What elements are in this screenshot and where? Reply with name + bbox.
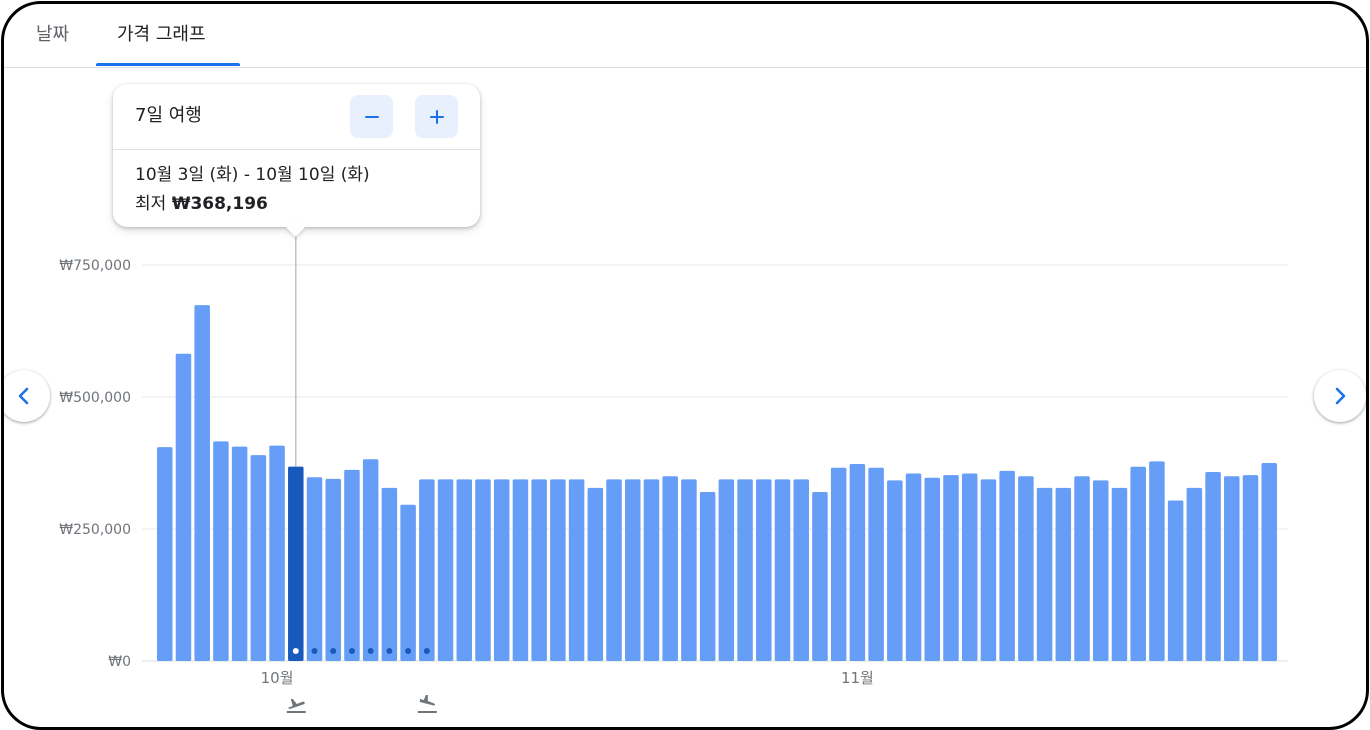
increase-trip-length-button[interactable] (415, 95, 458, 138)
price-bar[interactable] (1074, 476, 1090, 661)
price-bar[interactable] (793, 479, 809, 661)
price-bar[interactable] (512, 479, 529, 661)
price-bar[interactable] (344, 469, 360, 661)
price-bar[interactable] (157, 447, 173, 661)
chart-bars (157, 305, 1277, 661)
price-bar[interactable] (437, 479, 454, 661)
tooltip-divider (113, 149, 480, 150)
price-bar[interactable] (830, 467, 847, 661)
flight-land-icon (417, 695, 437, 713)
trip-range-dot (367, 648, 374, 654)
x-month-label: 10월 (261, 669, 294, 687)
price-bar[interactable] (1149, 461, 1165, 661)
plus-icon (429, 109, 444, 124)
trip-range-dot (423, 648, 430, 654)
price-bar[interactable] (625, 479, 641, 661)
price-bar[interactable] (1224, 476, 1240, 661)
flight-takeoff-icon (286, 699, 306, 713)
trip-range-dot (311, 648, 318, 654)
price-bar[interactable] (213, 441, 229, 661)
price-bar[interactable] (1242, 475, 1259, 661)
runway-line (417, 711, 437, 713)
price-bar[interactable] (269, 445, 285, 661)
price-bar[interactable] (943, 475, 959, 661)
runway-line (286, 711, 306, 713)
trip-length-label: 7일 여행 (135, 105, 202, 126)
price-bar[interactable] (812, 492, 828, 661)
price-bar[interactable] (1093, 480, 1109, 661)
price-bar[interactable] (493, 479, 510, 661)
price-bar[interactable] (924, 477, 941, 661)
price-bar[interactable] (175, 353, 192, 661)
price-bar[interactable] (194, 305, 210, 661)
selected-bar-dot (292, 648, 299, 654)
lowest-price-text: 최저 ₩368,196 (135, 189, 268, 214)
trip-range-dot (405, 648, 412, 654)
price-bar[interactable] (905, 473, 922, 661)
y-tick-label: ₩750,000 (59, 258, 131, 274)
price-bar[interactable] (849, 464, 866, 661)
price-bar[interactable] (1018, 476, 1034, 661)
price-bar[interactable] (475, 479, 491, 661)
price-bar[interactable] (587, 487, 604, 661)
price-graph-panel: 날짜 가격 그래프 ₩0 ₩250,000 ₩500,000 ₩750,000 10월 1… (1, 1, 1369, 730)
price-bar[interactable] (774, 479, 791, 661)
price-bar[interactable] (887, 480, 903, 661)
price-bar[interactable] (1111, 487, 1128, 661)
price-bar[interactable] (531, 479, 547, 661)
trip-price-tooltip: 7일 여행 10월 3일 (화) - 10월 10일 (화) 최저 ₩368,1… (113, 84, 480, 237)
price-bar[interactable] (961, 473, 978, 661)
price-bar[interactable] (231, 446, 248, 661)
price-bar[interactable] (1167, 500, 1184, 661)
price-bar[interactable] (288, 466, 304, 661)
trip-dates-text: 10월 3일 (화) - 10월 10일 (화) (135, 165, 370, 185)
price-bar[interactable] (250, 455, 267, 661)
x-month-label: 11월 (841, 669, 874, 687)
price-bar[interactable] (662, 476, 678, 661)
price-bar[interactable] (1261, 463, 1277, 661)
price-bar[interactable] (325, 478, 341, 661)
price-bar[interactable] (419, 479, 435, 661)
plane-shape (419, 695, 436, 706)
price-bar[interactable] (400, 504, 416, 661)
y-tick-label: ₩250,000 (59, 522, 131, 538)
price-bar[interactable] (737, 479, 753, 661)
price-bar[interactable] (456, 479, 473, 661)
next-dates-button[interactable] (1314, 370, 1366, 422)
y-tick-label: ₩500,000 (59, 390, 131, 406)
price-bar[interactable] (718, 479, 735, 661)
lowest-price-prefix: 최저 (135, 194, 167, 214)
price-bar[interactable] (681, 479, 697, 661)
price-bar[interactable] (1055, 487, 1072, 661)
price-bar[interactable] (868, 467, 884, 661)
price-bar[interactable] (756, 479, 772, 661)
price-bar[interactable] (643, 479, 660, 661)
decrease-trip-length-button[interactable] (350, 95, 393, 138)
price-bar[interactable] (980, 479, 997, 661)
trip-range-dot (386, 648, 393, 654)
trip-range-dot (330, 648, 337, 654)
trip-range-dot (348, 648, 355, 654)
price-bar[interactable] (999, 470, 1015, 661)
plane-shape (287, 699, 305, 709)
y-tick-label: ₩0 (108, 654, 131, 670)
price-bar[interactable] (1186, 487, 1203, 661)
lowest-price-value: ₩368,196 (171, 194, 268, 214)
price-bar[interactable] (1130, 466, 1146, 661)
price-bar[interactable] (1205, 471, 1221, 661)
price-bar[interactable] (306, 477, 323, 661)
price-bar[interactable] (550, 479, 566, 661)
chevron-left-icon (18, 387, 29, 405)
price-bar[interactable] (362, 459, 379, 661)
price-bar[interactable] (1036, 487, 1053, 661)
price-bar[interactable] (568, 479, 585, 661)
price-bar[interactable] (606, 479, 622, 661)
chevron-right-icon (1335, 387, 1346, 405)
price-bar[interactable] (699, 492, 716, 661)
minus-icon (364, 115, 379, 118)
price-bar[interactable] (381, 487, 398, 661)
